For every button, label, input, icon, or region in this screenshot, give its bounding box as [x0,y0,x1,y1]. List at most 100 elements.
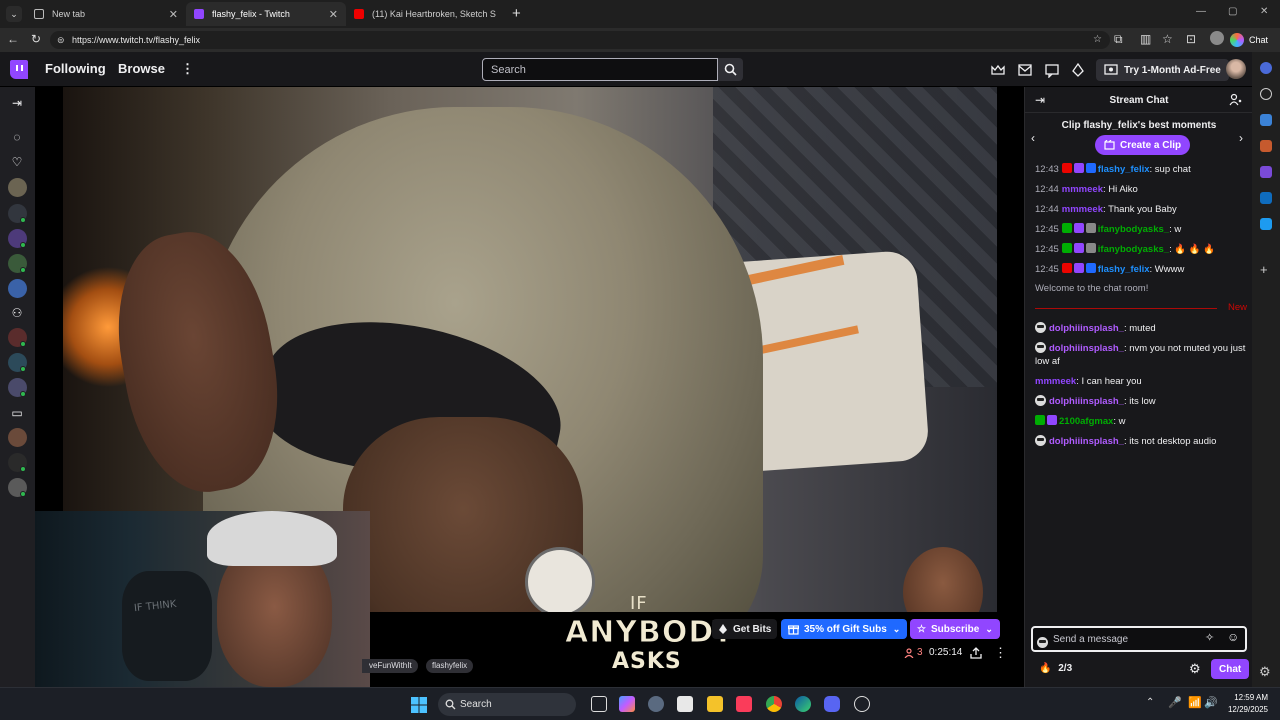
user-avatar[interactable] [1226,59,1246,79]
more-options-icon[interactable]: ⋮ [994,645,1007,661]
send-sidebar-icon[interactable] [1260,218,1272,230]
emote-picker-icon[interactable]: ☺ [1227,630,1239,644]
refresh-icon[interactable]: ↻ [31,32,41,46]
chat-settings-gear-icon[interactable]: ⚙ [1189,661,1201,677]
task-view-icon[interactable] [591,696,607,712]
video-player[interactable]: IF THINK IF ANYBODY ASKS [35,87,1024,687]
subscribe-button[interactable]: ☆ Subscribe ⌄ [910,619,1000,639]
more-options-icon[interactable]: ⋮ [181,61,194,77]
share-icon[interactable] [970,647,982,659]
videos-icon[interactable]: ▭ [9,405,25,421]
settings-app-icon[interactable] [648,696,664,712]
steam-app-icon[interactable] [854,696,870,712]
search-input[interactable] [482,58,718,81]
chat-badge-icon[interactable] [1061,223,1072,233]
tab-youtube[interactable]: (11) Kai Heartbroken, Sketch S [346,2,506,26]
tab-twitch[interactable]: flashy_felix - Twitch ✕ [186,2,346,26]
chat-badge-icon[interactable] [1035,415,1045,425]
copilot-app-icon[interactable] [619,696,635,712]
chat-badge-icon[interactable] [1073,243,1084,253]
chat-username[interactable]: ifanybodyasks_ [1098,224,1169,235]
chat-badge-icon[interactable] [1085,243,1096,253]
chat-badge-icon[interactable] [1073,223,1084,233]
following-heart-icon[interactable]: ◌ [9,129,25,145]
celebrate-icon[interactable]: ✧ [1205,631,1214,644]
stream-tag[interactable]: veFunWithIt [362,659,418,673]
profile-icon[interactable] [1210,31,1224,45]
close-tab-icon[interactable]: ✕ [169,8,178,21]
extensions-icon[interactable]: ⧉ [1114,32,1123,47]
tab-actions-chevron-icon[interactable]: ⌄ [6,6,22,22]
create-clip-button[interactable]: Create a Clip [1095,135,1191,155]
stream-tag[interactable]: flashyfelix [426,659,474,673]
chat-username[interactable]: dolphiiinsplash_ [1049,323,1124,334]
ad-free-button[interactable]: Try 1-Month Ad-Free [1096,59,1229,81]
chat-badge-icon[interactable] [1047,415,1057,425]
copilot-sidebar-icon[interactable] [1260,62,1272,74]
next-arrow-icon[interactable]: › [1239,131,1243,145]
expand-sidebar-icon[interactable]: ⇥ [9,95,25,111]
new-tab-button[interactable]: + [512,5,521,22]
browse-link[interactable]: Browse [118,61,165,76]
skull-badge-icon[interactable] [1035,342,1046,353]
chat-badge-icon[interactable] [1085,163,1096,173]
skull-badge-icon[interactable] [1037,637,1048,648]
chat-badge-icon[interactable] [1085,223,1096,233]
send-message-input[interactable] [1053,630,1203,648]
chat-username[interactable]: dolphiiinsplash_ [1049,343,1124,354]
show-hidden-icons[interactable]: ⌃ [1146,697,1154,708]
music-app-icon[interactable] [736,696,752,712]
briefcase-sidebar-icon[interactable] [1260,140,1272,152]
bits-gem-icon[interactable] [1070,62,1086,78]
chat-badge-icon[interactable] [1061,163,1072,173]
chat-badge-icon[interactable] [1073,163,1084,173]
collections-icon[interactable]: ⊡ [1186,32,1196,46]
chat-username[interactable]: dolphiiinsplash_ [1049,436,1124,447]
heart-icon[interactable]: ♡ [9,154,25,170]
inbox-icon[interactable] [1017,62,1033,78]
search-sidebar-icon[interactable] [1260,88,1272,100]
chat-badge-icon[interactable] [1073,263,1084,273]
tab-new-tab[interactable]: New tab ✕ [26,2,186,26]
chat-badge-icon[interactable] [1061,263,1072,273]
favorites-icon[interactable]: ☆ [1162,32,1173,46]
microphone-icon[interactable]: 🎤 [1168,696,1182,709]
minimize-button[interactable]: — [1196,6,1206,17]
add-sidebar-icon[interactable]: + [1260,262,1268,277]
twitch-logo-icon[interactable] [10,60,28,79]
gift-subs-button[interactable]: 35% off Gift Subs ⌄ [781,619,908,639]
chat-badge-icon[interactable] [1061,243,1072,253]
get-bits-button[interactable]: Get Bits [712,619,778,639]
site-info-icon[interactable]: ⊜ [57,31,65,49]
taskbar-search[interactable]: Search [438,693,576,716]
split-screen-icon[interactable]: ▥ [1140,32,1151,46]
channel-avatar[interactable] [8,279,27,298]
chat-username[interactable]: 2100afgmax [1059,416,1113,427]
copilot-chat-button[interactable]: Chat [1229,31,1268,49]
add-friend-icon[interactable]: ⚇ [9,305,25,321]
edge-app-icon[interactable] [795,696,811,712]
chat-username[interactable]: flashy_felix [1098,264,1150,275]
tag-sidebar-icon[interactable] [1260,114,1272,126]
maximize-button[interactable]: ▢ [1228,6,1237,17]
file-explorer-icon[interactable] [707,696,723,712]
chat-username[interactable]: mmmeek [1062,204,1103,215]
chat-username[interactable]: dolphiiinsplash_ [1049,396,1124,407]
windows-start-icon[interactable] [411,697,427,713]
channel-avatar[interactable] [8,178,27,197]
chat-username[interactable]: ifanybodyasks_ [1098,244,1169,255]
photos-app-icon[interactable] [677,696,693,712]
close-window-button[interactable]: ✕ [1260,6,1268,17]
community-icon[interactable] [1229,93,1242,106]
channel-avatar[interactable] [8,428,27,447]
sidebar-settings-icon[interactable]: ⚙ [1259,664,1271,680]
search-button[interactable] [718,58,743,81]
url-field[interactable]: ⊜ https://www.twitch.tv/flashy_felix ☆ [50,31,1110,49]
skull-badge-icon[interactable] [1035,322,1046,333]
chat-username[interactable]: flashy_felix [1098,164,1150,175]
chrome-app-icon[interactable] [766,696,782,712]
skull-badge-icon[interactable] [1035,395,1046,406]
channel-points[interactable]: 🔥 2/3 [1039,663,1072,674]
wifi-icon[interactable]: 📶 [1188,696,1202,709]
clock-time[interactable]: 12:59 AM [1230,693,1268,702]
